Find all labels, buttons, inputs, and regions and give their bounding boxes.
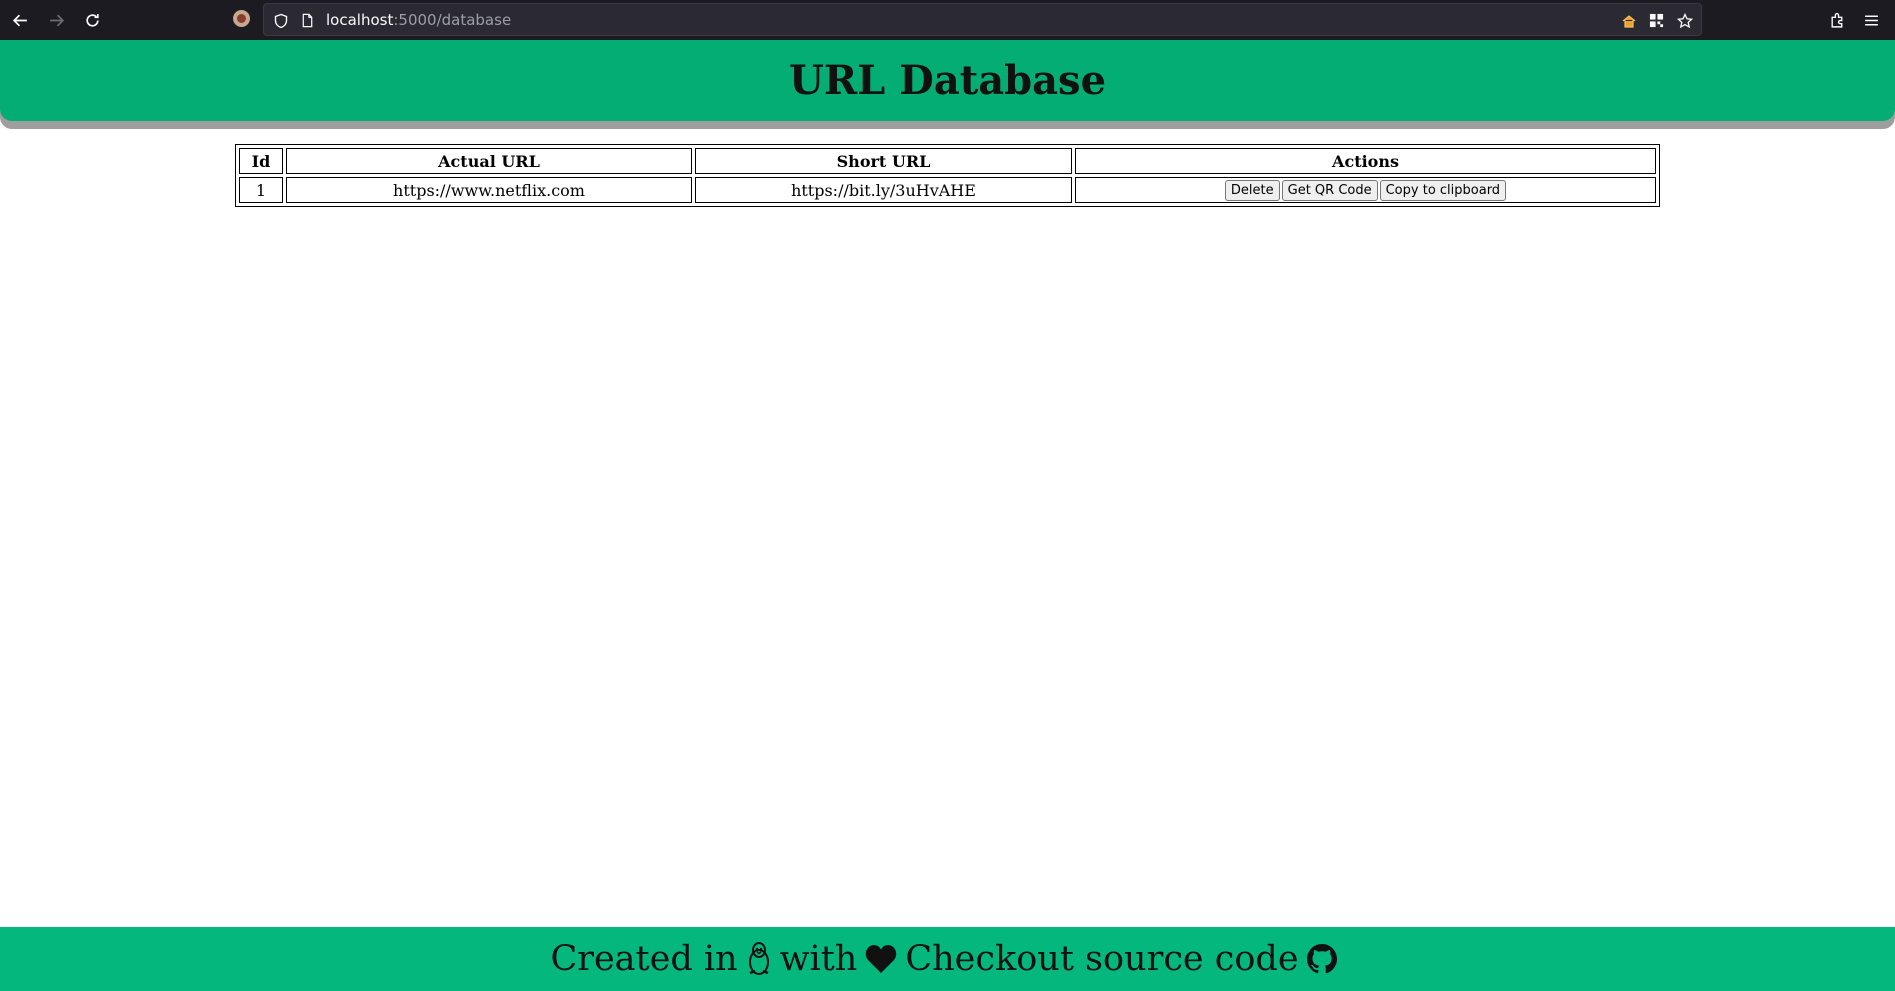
cell-id: 1 — [239, 177, 283, 203]
menu-button[interactable] — [1859, 8, 1883, 32]
bookmark-star-icon[interactable] — [1676, 12, 1693, 29]
url-path: :5000/database — [393, 11, 512, 29]
cell-actions: Delete Get QR Code Copy to clipboard — [1075, 177, 1656, 203]
shield-icon[interactable] — [272, 12, 289, 29]
home-icon[interactable] — [1620, 12, 1637, 29]
extensions-button[interactable] — [1825, 8, 1849, 32]
extensions-icon — [1830, 12, 1842, 28]
column-header-actual-url: Actual URL — [286, 148, 692, 174]
page-info-icon[interactable] — [299, 12, 316, 29]
github-icon[interactable] — [1306, 944, 1337, 974]
page-header: URL Database — [0, 40, 1895, 121]
reload-button[interactable] — [80, 8, 104, 32]
address-bar[interactable]: localhost:5000/database — [263, 3, 1702, 36]
cell-actual-url: https://www.netflix.com — [286, 177, 692, 203]
back-button[interactable] — [8, 8, 32, 32]
footer-created-in-text: Created in — [550, 939, 738, 979]
table-row: 1 https://www.netflix.com https://bit.ly… — [239, 177, 1656, 203]
column-header-id: Id — [239, 148, 283, 174]
table-header-row: Id Actual URL Short URL Actions — [239, 148, 1656, 174]
column-header-actions: Actions — [1075, 148, 1656, 174]
cell-short-url: https://bit.ly/3uHvAHE — [695, 177, 1072, 203]
qr-code-icon[interactable] — [1648, 12, 1665, 29]
site-favicon-icon — [233, 10, 250, 27]
back-arrow-icon — [12, 14, 27, 26]
page-footer: Created in with Checkout source code — [0, 927, 1895, 991]
forward-arrow-icon — [49, 14, 64, 26]
url-text[interactable]: localhost:5000/database — [326, 11, 511, 29]
reload-icon — [85, 13, 99, 27]
url-host: localhost — [326, 11, 394, 29]
column-header-short-url: Short URL — [695, 148, 1072, 174]
footer-checkout-link[interactable]: Checkout source code — [905, 939, 1298, 979]
heart-icon — [865, 944, 897, 974]
copy-to-clipboard-button[interactable]: Copy to clipboard — [1379, 180, 1507, 201]
browser-toolbar: localhost:5000/database — [0, 0, 1895, 40]
forward-button[interactable] — [44, 8, 68, 32]
linux-penguin-icon — [746, 942, 772, 976]
delete-button[interactable]: Delete — [1224, 180, 1280, 201]
page-title: URL Database — [788, 57, 1107, 104]
get-qr-code-button[interactable]: Get QR Code — [1281, 180, 1378, 201]
hamburger-menu-icon — [1864, 14, 1878, 26]
footer-with-text: with — [779, 939, 858, 979]
url-table: Id Actual URL Short URL Actions 1 https:… — [235, 144, 1660, 207]
